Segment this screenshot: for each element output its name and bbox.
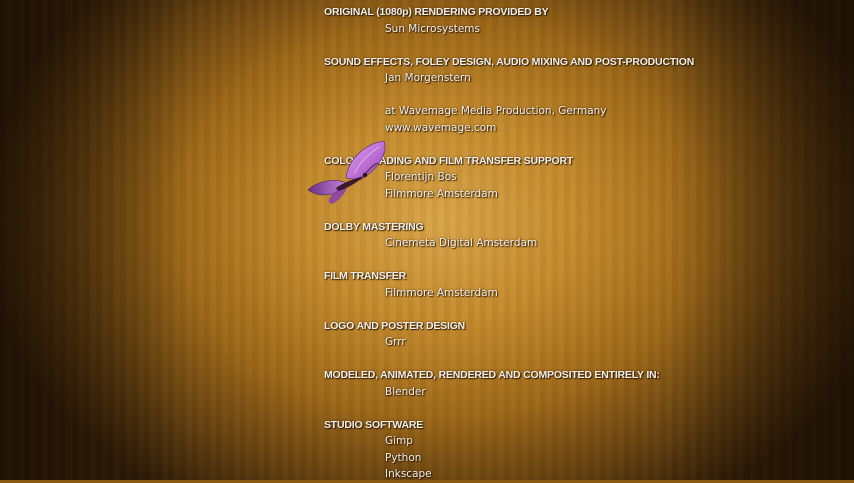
credit-name: Cinemeta Digital Amsterdam	[385, 237, 538, 249]
credit-name: at Wavemage Media Production, Germany	[385, 105, 607, 117]
credit-name-blank	[385, 87, 824, 104]
butterfly-icon	[307, 140, 386, 204]
credit-block-film-transfer: FILM TRANSFER Filmmore Amsterdam	[324, 268, 824, 301]
credit-heading: MODELED, ANIMATED, RENDERED AND COMPOSIT…	[324, 369, 660, 381]
credit-name: Gimp	[385, 435, 413, 447]
credit-block-dolby: DOLBY MASTERING Cinemeta Digital Amsterd…	[324, 219, 824, 252]
credit-block-software: STUDIO SOFTWARE Gimp Python Inkscape	[324, 417, 824, 483]
credit-heading: FILM TRANSFER	[324, 270, 406, 282]
credit-name: Grrr	[385, 336, 406, 348]
credit-name: Filmmore Amsterdam	[385, 286, 498, 299]
credit-name: Inkscape	[385, 468, 432, 480]
credit-name: Florentijn Bos	[385, 171, 457, 183]
credit-heading: ORIGINAL (1080p) RENDERING PROVIDED BY	[324, 6, 549, 18]
credit-block-sound: SOUND EFFECTS, FOLEY DESIGN, AUDIO MIXIN…	[324, 54, 824, 137]
credit-block-rendering: ORIGINAL (1080p) RENDERING PROVIDED BY S…	[324, 4, 824, 37]
credit-heading: COLOR GRADING AND FILM TRANSFER SUPPORT	[324, 154, 574, 167]
credit-name: Sun Microsystems	[385, 22, 481, 35]
credit-name: www.wavemage.com	[385, 121, 497, 134]
credit-heading: STUDIO SOFTWARE	[324, 418, 424, 431]
credit-name: Filmmore Amsterdam	[385, 187, 498, 200]
credit-name: Blender	[385, 385, 426, 398]
credit-block-color-grading: COLOR GRADING AND FILM TRANSFER SUPPORT …	[324, 153, 824, 203]
credit-heading: LOGO AND POSTER DESIGN	[324, 319, 466, 332]
credit-name: Python	[385, 451, 422, 464]
credit-name: Jan Morgenstern	[385, 72, 471, 84]
credit-heading: DOLBY MASTERING	[324, 220, 424, 233]
credits-list: ORIGINAL (1080p) RENDERING PROVIDED BY S…	[324, 4, 824, 483]
credit-heading: SOUND EFFECTS, FOLEY DESIGN, AUDIO MIXIN…	[324, 55, 695, 68]
credit-block-logo: LOGO AND POSTER DESIGN Grrr	[324, 318, 824, 351]
credit-block-blender: MODELED, ANIMATED, RENDERED AND COMPOSIT…	[324, 367, 824, 400]
